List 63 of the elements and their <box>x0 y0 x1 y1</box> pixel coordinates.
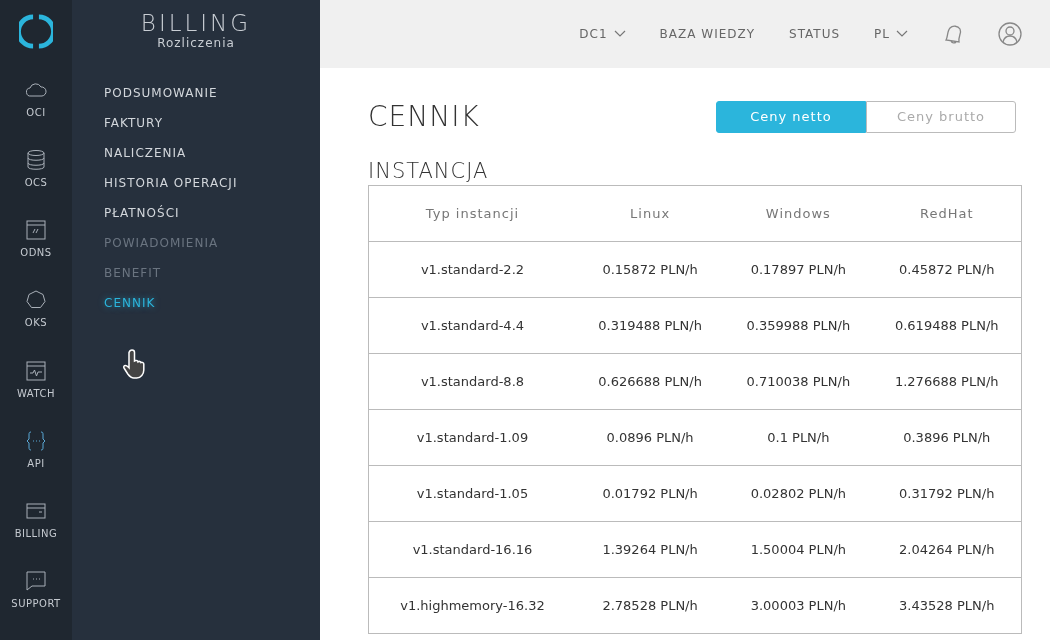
column-header: RedHat <box>872 185 1022 242</box>
table-cell: 2.04264 PLN/h <box>872 521 1022 578</box>
table-cell: 3.43528 PLN/h <box>872 577 1022 634</box>
database-icon <box>25 149 47 172</box>
table-cell: v1.standard-16.16 <box>368 521 576 578</box>
table-cell: 3.00003 PLN/h <box>724 577 873 634</box>
top-menu-link[interactable]: PL <box>874 27 908 41</box>
table-cell: 0.626688 PLN/h <box>575 353 725 410</box>
column-header: Windows <box>724 185 873 242</box>
table-cell: 0.31792 PLN/h <box>872 465 1022 522</box>
sidebar-subtitle: Rozliczenia <box>157 36 235 50</box>
table-cell: 0.01792 PLN/h <box>575 465 725 522</box>
chevron-down-icon <box>896 30 908 38</box>
table-cell: 0.45872 PLN/h <box>872 241 1022 298</box>
top-menu-link[interactable]: STATUS <box>789 27 841 41</box>
table-cell: v1.standard-8.8 <box>368 353 576 410</box>
pulse-chart-icon <box>25 359 47 382</box>
sidebar-item[interactable]: PŁATNOŚCI <box>104 198 180 228</box>
table-cell: 0.15872 PLN/h <box>575 241 725 298</box>
page-title: CENNIK <box>368 100 480 133</box>
rail-link[interactable]: BILLING <box>14 499 58 570</box>
section-title: INSTANCJA <box>368 159 490 183</box>
chat-bubble-icon <box>25 569 47 592</box>
sidebar-item[interactable]: CENNIK <box>104 288 156 318</box>
table-cell: 0.0896 PLN/h <box>575 409 725 466</box>
top-menu-link[interactable]: BAZA WIEDZY <box>659 27 756 41</box>
rail-link[interactable]: OCS <box>24 149 48 220</box>
braces-icon <box>25 429 47 452</box>
table-cell: 1.50004 PLN/h <box>724 521 873 578</box>
table-cell: 0.02802 PLN/h <box>724 465 873 522</box>
table-cell: v1.standard-2.2 <box>368 241 576 298</box>
rail-link[interactable]: OKS <box>24 289 48 360</box>
column-header: Linux <box>575 185 725 242</box>
table-cell: 0.3896 PLN/h <box>872 409 1022 466</box>
logo-icon <box>19 14 53 50</box>
sidebar-item[interactable]: FAKTURY <box>104 108 163 138</box>
rail-link[interactable]: ODNS <box>20 219 52 290</box>
table-cell: 1.39264 PLN/h <box>575 521 725 578</box>
table-cell: v1.standard-1.05 <box>368 465 576 522</box>
table-cell: 2.78528 PLN/h <box>575 577 725 634</box>
sidebar-item[interactable]: PODSUMOWANIE <box>104 78 218 108</box>
table-cell: 1.276688 PLN/h <box>872 353 1022 410</box>
table-cell: 0.319488 PLN/h <box>575 297 725 354</box>
browser-window-icon <box>25 219 47 242</box>
rail-link[interactable]: WATCH <box>17 359 55 430</box>
top-menu-link[interactable]: DC1 <box>579 27 626 41</box>
rail-link[interactable]: SUPPORT <box>11 569 61 640</box>
rail-link[interactable]: OCI <box>25 79 47 150</box>
table-cell: 0.710038 PLN/h <box>724 353 873 410</box>
user-account-icon[interactable] <box>998 22 1022 46</box>
sidebar-title: BILLING <box>140 10 252 36</box>
chevron-down-icon <box>613 30 626 38</box>
sidebar-item[interactable]: NALICZENIA <box>104 138 187 168</box>
table-cell: v1.highmemory-16.32 <box>368 577 576 634</box>
table-cell: v1.standard-4.4 <box>368 297 576 354</box>
rail-link[interactable]: API <box>25 429 47 500</box>
table-cell: 0.619488 PLN/h <box>872 297 1022 354</box>
table-cell: 0.17897 PLN/h <box>724 241 873 298</box>
column-header: Typ instancji <box>368 185 576 242</box>
table-cell: 0.359988 PLN/h <box>724 297 873 354</box>
sidebar-item[interactable]: HISTORIA OPERACJI <box>104 168 238 198</box>
table-cell: 0.1 PLN/h <box>724 409 873 466</box>
table-cell: v1.standard-1.09 <box>368 409 576 466</box>
